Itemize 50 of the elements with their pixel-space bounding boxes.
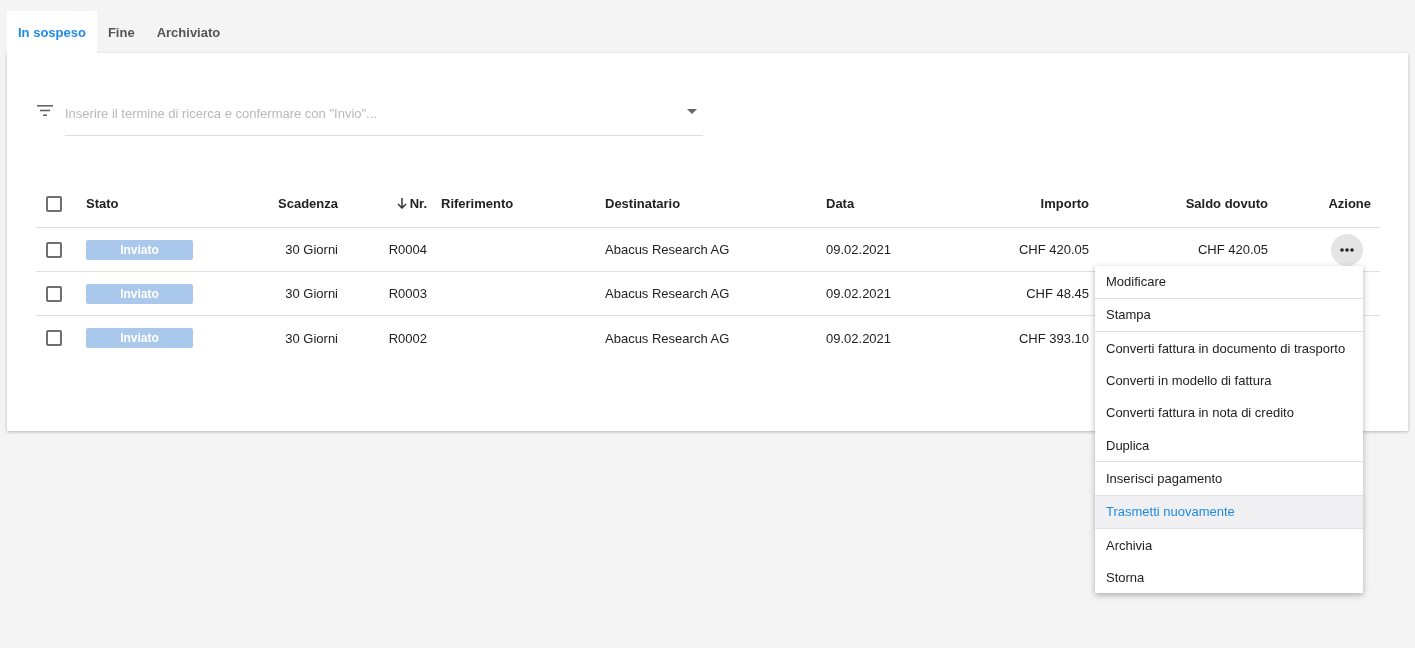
select-all-checkbox[interactable] [46,195,62,212]
column-header[interactable]: Nr. [409,196,427,211]
table-cell: Abacus Research AG [605,286,730,301]
row-checkbox[interactable] [46,330,62,346]
column-header[interactable]: Riferimento [441,196,514,211]
menu-item[interactable]: Converti fattura in nota di credito [1095,396,1363,429]
table-cell: R0003 [388,286,427,301]
column-header[interactable]: Stato [86,196,119,211]
table-cell: Abacus Research AG [605,242,730,257]
row-checkbox[interactable] [46,285,62,302]
row-checkbox[interactable] [46,241,62,258]
status-badge: Inviato [86,328,193,348]
tab[interactable]: In sospeso [7,11,97,53]
menu-item[interactable]: Inserisci pagamento [1095,462,1363,495]
caret-icon[interactable] [687,109,697,114]
table-cell: CHF 420.05 [1018,242,1089,257]
tab[interactable]: Archiviato [145,11,232,53]
menu-item[interactable]: Archivia [1095,528,1363,562]
status-badge: Inviato [86,239,193,260]
more-button[interactable] [1331,233,1363,266]
table-cell: 30 Giorni [285,242,338,257]
tab[interactable]: Fine [96,11,146,53]
column-header[interactable]: Scadenza [278,196,338,211]
table-cell: 30 Giorni [285,286,338,301]
menu-item[interactable]: Modificare [1095,265,1363,298]
column-header[interactable]: Importo [1040,196,1089,211]
table-cell: 09.02.2021 [826,242,892,257]
more-icon [1340,247,1354,252]
table-cell: CHF 393.10 [1018,330,1089,346]
menu-item[interactable]: Converti in modello di fattura [1095,364,1363,397]
column-header[interactable]: Saldo dovuto [1185,196,1268,211]
arrow-down-icon[interactable] [396,198,407,209]
filter-icon[interactable] [37,104,53,116]
menu-item[interactable]: Converti fattura in documento di trasporto [1095,332,1363,365]
table-cell: CHF 48.45 [1026,286,1089,301]
table-cell: 09.02.2021 [826,286,892,301]
table-cell: CHF 420.05 [1197,242,1268,257]
search-field[interactable]: Inserire il termine di ricerca e confermare con "Invio"... [65,92,703,136]
column-header[interactable]: Azione [1328,196,1371,211]
table-cell: 09.02.2021 [826,330,892,346]
menu-item[interactable]: Stampa [1095,298,1363,332]
menu-item[interactable]: Duplica [1095,429,1363,462]
status-badge: Inviato [86,283,193,304]
table-cell: 30 Giorni [285,330,338,346]
column-header[interactable]: Data [826,196,855,211]
column-header[interactable]: Destinatario [605,196,681,211]
table-cell: Abacus Research AG [605,330,730,346]
table-cell: R0002 [388,330,427,346]
menu-item[interactable]: Storna [1095,561,1363,594]
table-cell: R0004 [388,242,427,257]
